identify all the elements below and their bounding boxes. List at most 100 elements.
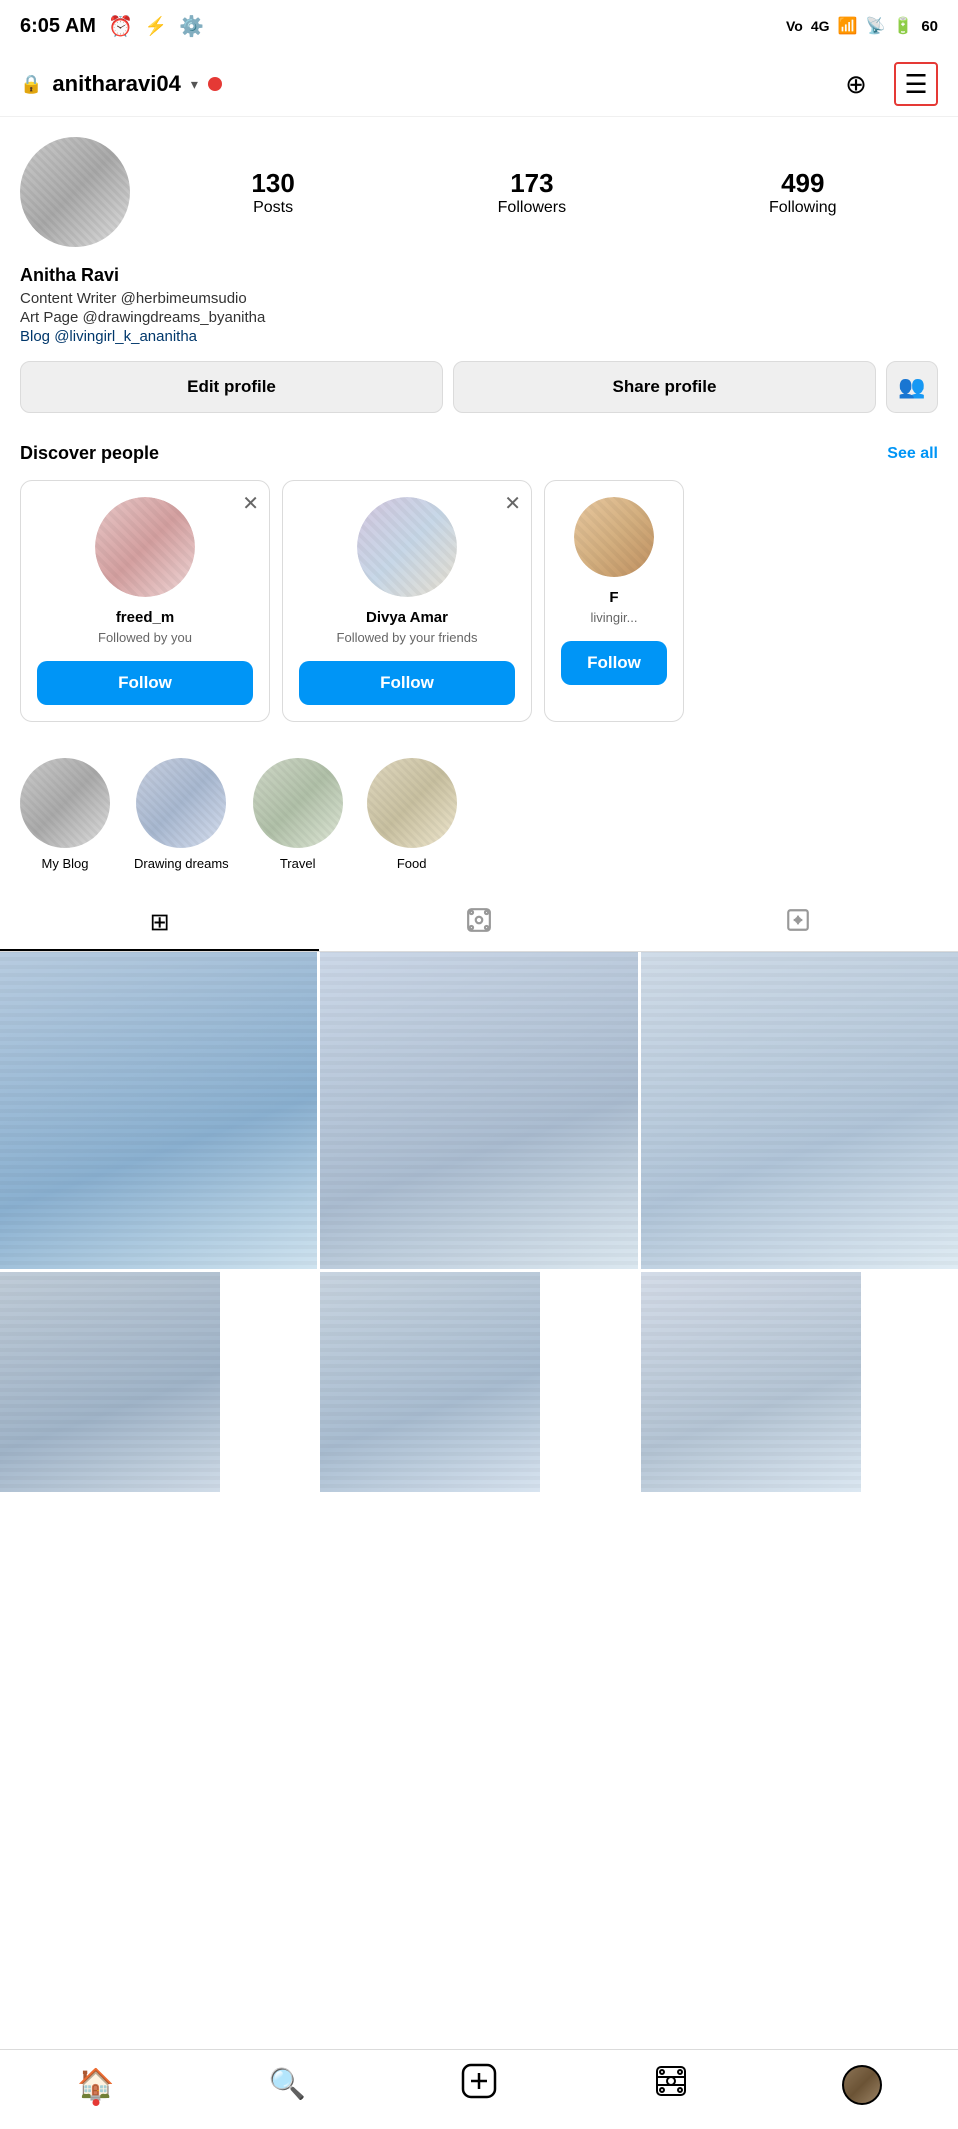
card-name-2[interactable]: Divya Amar <box>366 609 448 626</box>
follow-button-3[interactable]: Follow <box>561 641 667 685</box>
profile-nav-avatar <box>842 2065 882 2105</box>
discover-card-1: ✕ freed_m Followed by you Follow <box>20 480 270 722</box>
volte-icon: Vo <box>786 18 803 34</box>
discover-title: Discover people <box>20 443 159 464</box>
alarm-icon: ⏰ <box>108 14 133 39</box>
tab-tagged[interactable] <box>639 897 958 951</box>
close-card-2-button[interactable]: ✕ <box>504 491 521 516</box>
username-text[interactable]: anitharavi04 <box>52 71 180 97</box>
action-buttons: Edit profile Share profile 👥 <box>20 361 938 413</box>
add-friend-icon: 👥 <box>898 374 925 400</box>
posts-count: 130 <box>251 168 294 199</box>
status-right-icons: Vo 4G 📶 📡 🔋 60 <box>786 16 938 36</box>
followers-count: 173 <box>510 168 553 199</box>
following-label: Following <box>769 199 837 217</box>
notification-dot <box>208 77 222 91</box>
bio-line-3[interactable]: Blog @livingirl_k_ananitha <box>20 328 938 345</box>
network-icon: 4G <box>811 18 830 34</box>
profile-section: 130 Posts 173 Followers 499 Following An… <box>0 117 958 443</box>
chevron-down-icon[interactable]: ▾ <box>191 76 198 93</box>
activity-icon: ⚡ <box>145 16 167 37</box>
add-nav-icon <box>461 2063 497 2107</box>
followers-label: Followers <box>498 199 566 217</box>
card-avatar-2 <box>357 497 457 597</box>
post-item-3[interactable] <box>641 952 958 1269</box>
card-avatar-3 <box>574 497 654 577</box>
bio-line-2: Art Page @drawingdreams_byanitha <box>20 309 938 326</box>
following-stat[interactable]: 499 Following <box>769 168 837 217</box>
highlight-label-4: Food <box>397 856 427 871</box>
signal-icon: 📶 <box>838 16 858 36</box>
wifi-icon: 📡 <box>865 16 885 36</box>
reels-nav-button[interactable] <box>641 2060 701 2110</box>
posts-label: Posts <box>253 199 293 217</box>
highlight-4[interactable]: Food <box>367 758 457 871</box>
card-sub-3: livingir... <box>591 610 638 627</box>
discover-cards-container: ✕ freed_m Followed by you Follow ✕ Divya… <box>20 480 938 722</box>
menu-button[interactable]: ☰ <box>894 62 938 106</box>
status-bar: 6:05 AM ⏰ ⚡ ⚙️ Vo 4G 📶 📡 🔋 60 <box>0 0 958 52</box>
post-item-6[interactable] <box>641 1272 861 1492</box>
search-nav-button[interactable]: 🔍 <box>257 2060 317 2110</box>
card-avatar-1 <box>95 497 195 597</box>
follow-button-2[interactable]: Follow <box>299 661 515 705</box>
bio-line-1: Content Writer @herbimeumsudio <box>20 290 938 307</box>
highlight-1[interactable]: My Blog <box>20 758 110 871</box>
highlight-label-3: Travel <box>280 856 316 871</box>
tab-reels[interactable] <box>319 897 638 951</box>
profile-name: Anitha Ravi <box>20 265 938 286</box>
profile-info-row: 130 Posts 173 Followers 499 Following <box>20 137 938 247</box>
highlight-2[interactable]: Drawing dreams <box>134 758 229 871</box>
top-nav: 🔒 anitharavi04 ▾ ⊕ ☰ <box>0 52 958 117</box>
tagged-icon <box>785 907 811 940</box>
profile-nav-button[interactable] <box>832 2060 892 2110</box>
highlight-label-2: Drawing dreams <box>134 856 229 871</box>
settings-icon: ⚙️ <box>179 14 204 39</box>
add-post-button[interactable]: ⊕ <box>834 62 878 106</box>
home-nav-button[interactable]: 🏠 <box>66 2060 126 2110</box>
hamburger-icon: ☰ <box>904 69 927 100</box>
nav-right: ⊕ ☰ <box>834 62 938 106</box>
posts-grid <box>0 952 958 1492</box>
reels-nav-icon <box>655 2065 687 2105</box>
card-sub-1: Followed by you <box>98 630 192 647</box>
post-item-1[interactable] <box>0 952 317 1269</box>
bottom-nav: 🏠 🔍 <box>0 2049 958 2129</box>
battery-level: 60 <box>921 18 938 35</box>
highlight-avatar-4 <box>367 758 457 848</box>
status-time: 6:05 AM <box>20 15 96 38</box>
highlights-section: My Blog Drawing dreams Travel Food <box>0 742 958 887</box>
highlight-label-1: My Blog <box>42 856 89 871</box>
card-name-3[interactable]: F <box>609 589 618 606</box>
avatar-image <box>20 137 130 247</box>
discover-header: Discover people See all <box>20 443 938 464</box>
search-icon: 🔍 <box>269 2067 306 2102</box>
card-sub-2: Followed by your friends <box>337 630 478 647</box>
add-nav-button[interactable] <box>449 2060 509 2110</box>
battery-icon: 🔋 <box>893 16 913 36</box>
nav-left: 🔒 anitharavi04 ▾ <box>20 71 222 97</box>
status-time-area: 6:05 AM ⏰ ⚡ ⚙️ <box>20 14 204 39</box>
share-profile-button[interactable]: Share profile <box>453 361 876 413</box>
post-item-5[interactable] <box>320 1272 540 1492</box>
bio-section: Anitha Ravi Content Writer @herbimeumsud… <box>20 265 938 345</box>
card-name-1[interactable]: freed_m <box>116 609 174 626</box>
content-tabs: ⊞ <box>0 897 958 952</box>
follow-button-1[interactable]: Follow <box>37 661 253 705</box>
close-card-1-button[interactable]: ✕ <box>242 491 259 516</box>
profile-stats: 130 Posts 173 Followers 499 Following <box>150 168 938 217</box>
post-item-2[interactable] <box>320 952 637 1269</box>
edit-profile-button[interactable]: Edit profile <box>20 361 443 413</box>
followers-stat[interactable]: 173 Followers <box>498 168 566 217</box>
tab-grid[interactable]: ⊞ <box>0 897 319 951</box>
avatar[interactable] <box>20 137 130 247</box>
see-all-link[interactable]: See all <box>887 445 938 463</box>
discover-card-3: F livingir... Follow <box>544 480 684 722</box>
highlight-3[interactable]: Travel <box>253 758 343 871</box>
highlight-avatar-1 <box>20 758 110 848</box>
discover-section: Discover people See all ✕ freed_m Follow… <box>0 443 958 742</box>
post-item-4[interactable] <box>0 1272 220 1492</box>
add-friend-button[interactable]: 👥 <box>886 361 938 413</box>
following-count: 499 <box>781 168 824 199</box>
posts-stat[interactable]: 130 Posts <box>251 168 294 217</box>
